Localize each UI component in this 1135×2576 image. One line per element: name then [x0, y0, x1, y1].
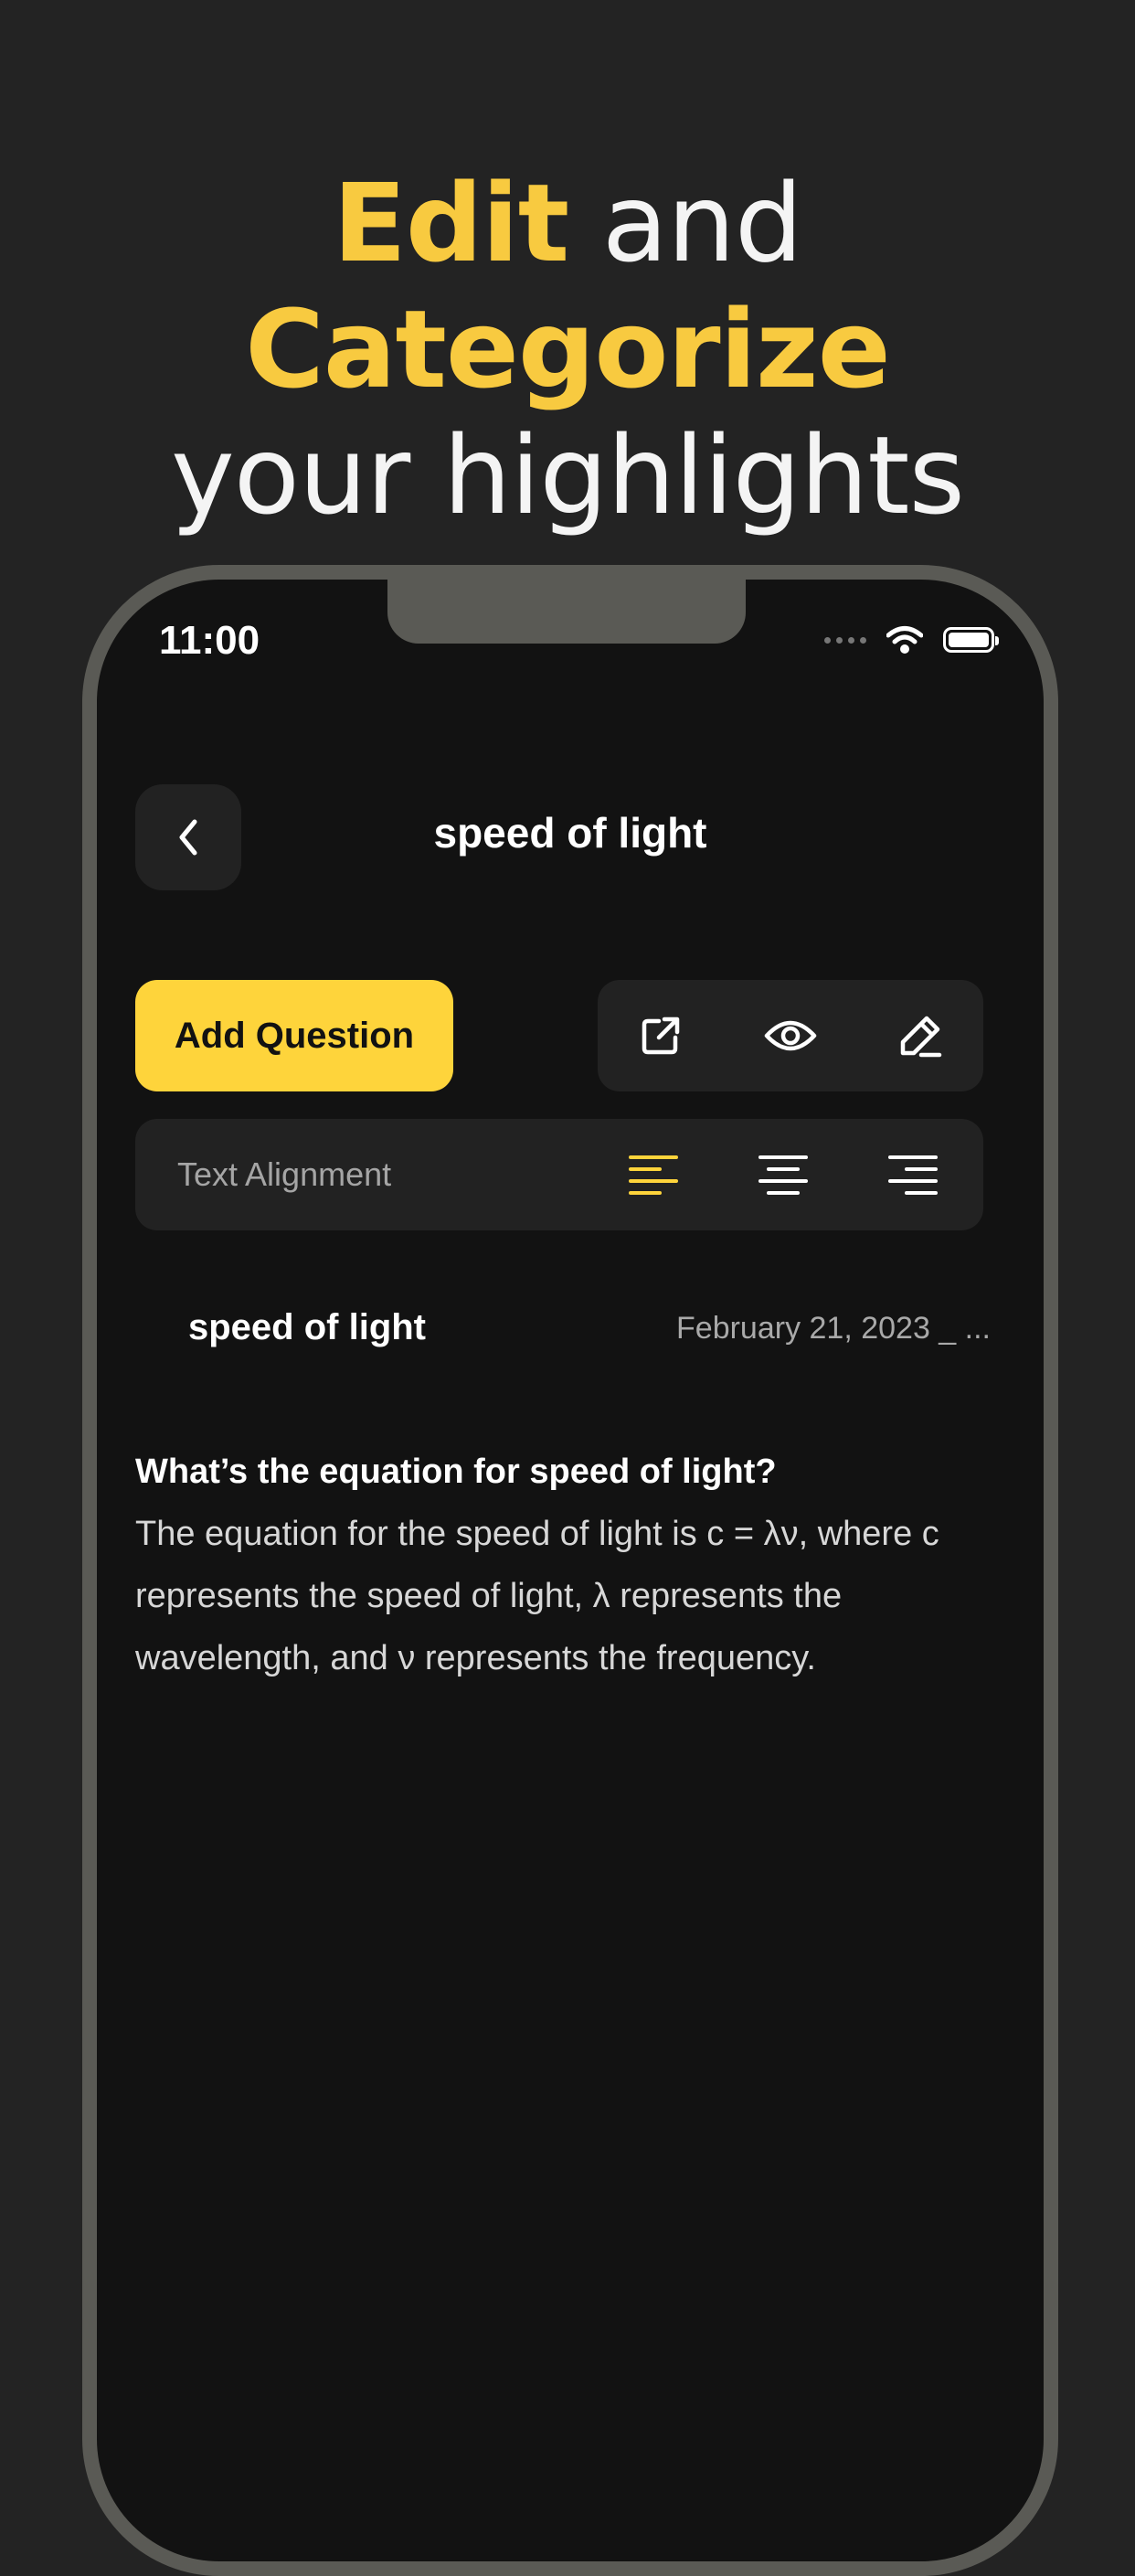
align-left-button[interactable]: [603, 1119, 704, 1230]
status-icons: [824, 625, 999, 655]
note-question: What’s the equation for speed of light?: [135, 1453, 777, 1491]
align-center-icon: [758, 1155, 808, 1195]
battery-icon: [943, 627, 999, 653]
preview-button[interactable]: [740, 980, 841, 1091]
note-answer: The equation for the speed of light is c…: [135, 1515, 939, 1677]
align-left-icon: [629, 1155, 678, 1195]
headline-and: and: [601, 160, 803, 286]
phone-notch: [387, 580, 746, 644]
external-link-icon: [642, 1017, 680, 1055]
signal-dots-icon: [824, 636, 866, 644]
page-title: speed of light: [433, 809, 707, 857]
note-content: What’s the equation for speed of light? …: [135, 1441, 958, 1689]
align-right-icon: [888, 1155, 938, 1195]
headline-line-2: your highlights: [170, 412, 965, 538]
open-external-button[interactable]: [610, 980, 711, 1091]
note-title: speed of light: [188, 1307, 426, 1347]
eye-icon: [764, 1020, 817, 1051]
phone-frame: 11:00 speed of light Add Question Text A…: [82, 565, 1058, 2576]
note-actions-group: [598, 980, 983, 1091]
headline-edit: Edit: [333, 160, 569, 286]
headline-line-1: Edit and Categorize: [0, 160, 1135, 412]
add-question-button[interactable]: Add Question: [135, 980, 453, 1091]
promo-headline: Edit and Categorize your highlights: [0, 160, 1135, 538]
align-right-button[interactable]: [863, 1119, 963, 1230]
text-alignment-bar: Text Alignment: [135, 1119, 983, 1230]
wifi-icon: [886, 626, 923, 654]
edit-button[interactable]: [870, 980, 971, 1091]
edit-pencil-icon: [900, 1016, 942, 1058]
align-center-button[interactable]: [733, 1119, 833, 1230]
status-time: 11:00: [159, 618, 260, 663]
headline-categorize: Categorize: [245, 286, 891, 412]
text-alignment-label: Text Alignment: [177, 1155, 392, 1193]
note-date: February 21, 2023 _ ...: [676, 1311, 991, 1346]
